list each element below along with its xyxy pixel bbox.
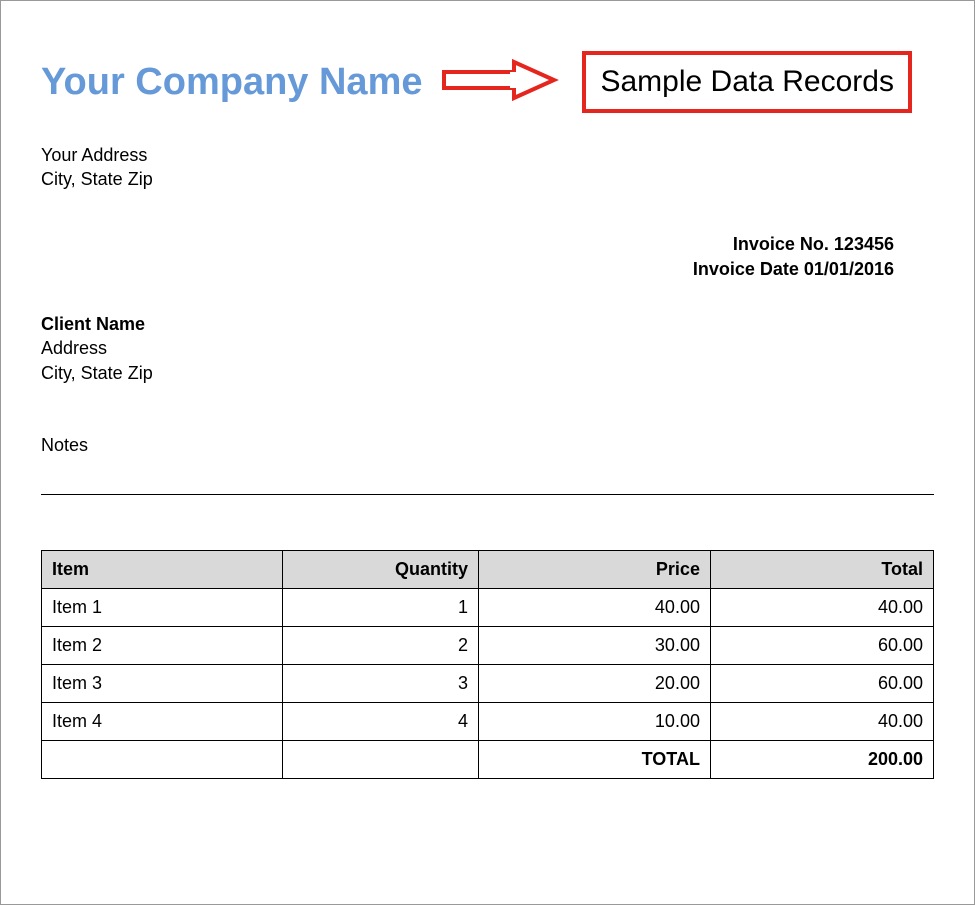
cell-price: 10.00 [479,702,711,740]
invoice-date-line: Invoice Date 01/01/2016 [41,257,894,282]
cell-quantity: 1 [282,588,478,626]
callout-box: Sample Data Records [582,51,911,113]
invoice-page: Your Company Name Sample Data Records Yo… [1,1,974,819]
cell-price: 40.00 [479,588,711,626]
cell-item: Item 3 [42,664,283,702]
invoice-date-label: Invoice Date [693,259,799,279]
client-address-line2: City, State Zip [41,361,934,385]
table-row: Item 4 4 10.00 40.00 [42,702,934,740]
company-name: Your Company Name [41,61,422,104]
invoice-meta: Invoice No. 123456 Invoice Date 01/01/20… [41,232,894,282]
col-price: Price [479,550,711,588]
table-body: Item 1 1 40.00 40.00 Item 2 2 30.00 60.0… [42,588,934,778]
table-row: Item 3 3 20.00 60.00 [42,664,934,702]
invoice-number-line: Invoice No. 123456 [41,232,894,257]
cell-total: 40.00 [710,588,933,626]
client-name: Client Name [41,312,934,336]
cell-item: Item 4 [42,702,283,740]
invoice-number-value: 123456 [834,234,894,254]
cell-total: 60.00 [710,626,933,664]
invoice-table: Item Quantity Price Total Item 1 1 40.00… [41,550,934,779]
total-value: 200.00 [710,740,933,778]
company-address: Your Address City, State Zip [41,143,934,192]
cell-price: 20.00 [479,664,711,702]
header-row: Your Company Name Sample Data Records [41,51,934,113]
table-header-row: Item Quantity Price Total [42,550,934,588]
cell-total: 60.00 [710,664,933,702]
divider [41,494,934,495]
cell-quantity: 3 [282,664,478,702]
total-label: TOTAL [479,740,711,778]
client-address-line1: Address [41,336,934,360]
total-empty-2 [282,740,478,778]
cell-quantity: 4 [282,702,478,740]
cell-item: Item 2 [42,626,283,664]
cell-item: Item 1 [42,588,283,626]
cell-quantity: 2 [282,626,478,664]
col-total: Total [710,550,933,588]
invoice-number-label: Invoice No. [733,234,829,254]
cell-total: 40.00 [710,702,933,740]
col-quantity: Quantity [282,550,478,588]
total-empty-1 [42,740,283,778]
company-address-line1: Your Address [41,143,934,167]
notes-label: Notes [41,435,934,456]
table-total-row: TOTAL 200.00 [42,740,934,778]
cell-price: 30.00 [479,626,711,664]
col-item: Item [42,550,283,588]
table-row: Item 2 2 30.00 60.00 [42,626,934,664]
table-row: Item 1 1 40.00 40.00 [42,588,934,626]
arrow-right-icon [442,58,562,107]
company-address-line2: City, State Zip [41,167,934,191]
invoice-date-value: 01/01/2016 [804,259,894,279]
client-block: Client Name Address City, State Zip [41,312,934,385]
